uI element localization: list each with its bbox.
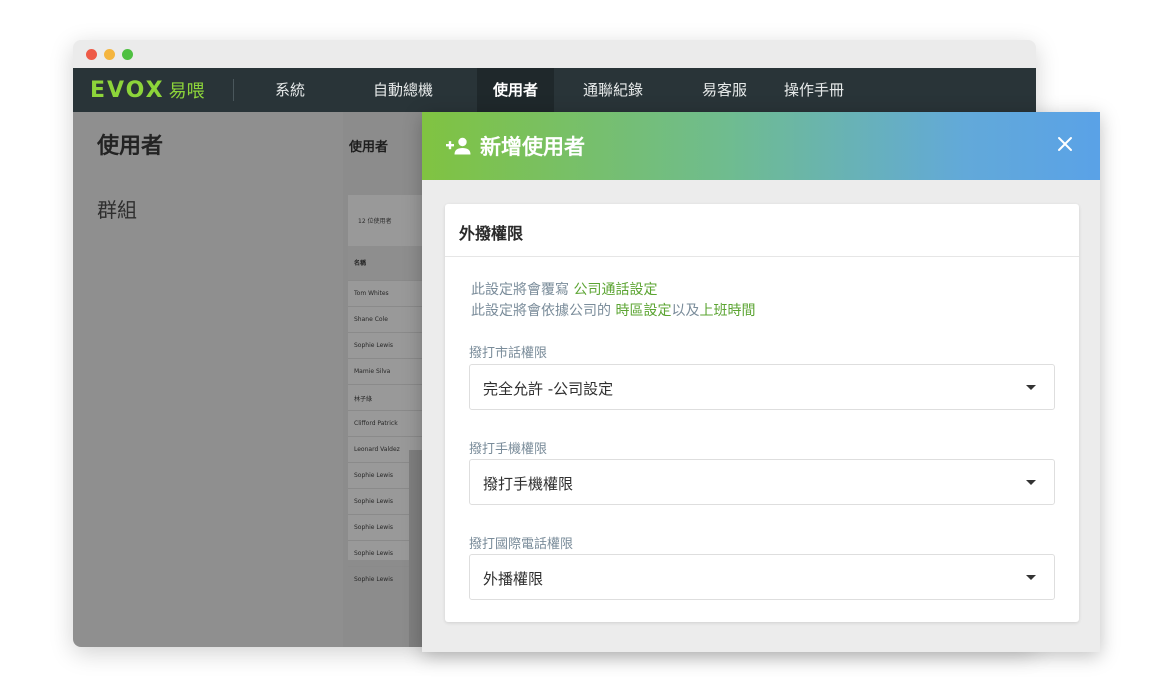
user-name: Sophie Lewis [354, 498, 393, 505]
select-value: 外播權限 [483, 570, 544, 588]
outbound-permission-card: 外撥權限 此設定將會覆寫 公司通話設定 此設定將會依據公司的 時區設定以及上班時… [445, 204, 1079, 622]
sidebar-item-groups[interactable]: 群組 [97, 194, 137, 223]
office-hours-link[interactable]: 上班時間 [699, 303, 755, 319]
nav-item-call-records[interactable]: 通聯紀錄 [583, 68, 643, 112]
international-permission-label: 撥打國際電話權限 [469, 537, 574, 552]
info-text: 此設定將會覆寫 [471, 282, 574, 298]
user-name: Mamie Silva [354, 368, 391, 375]
info-line-2: 此設定將會依據公司的 時區設定以及上班時間 [471, 300, 755, 320]
caret-down-icon [1026, 385, 1036, 390]
modal-header: 新增使用者 [422, 112, 1100, 180]
user-name: Sophie Lewis [354, 576, 393, 583]
card-title: 外撥權限 [459, 224, 524, 243]
modal-title: 新增使用者 [480, 135, 585, 159]
table-row[interactable]: Shane Cole [348, 306, 426, 333]
info-line-1: 此設定將會覆寫 公司通話設定 [471, 279, 657, 299]
close-icon[interactable] [1052, 131, 1078, 157]
table-row[interactable]: Clifford Patrick [348, 410, 426, 437]
mobile-permission-select[interactable]: 撥打手機權限 [469, 459, 1055, 505]
user-name: Clifford Patrick [354, 420, 398, 427]
nav-item-manual[interactable]: 操作手冊 [784, 68, 844, 112]
caret-down-icon [1026, 480, 1036, 485]
logo-divider [233, 79, 234, 101]
list-scrollbar[interactable] [409, 450, 423, 647]
left-sidebar: 使用者 群組 [73, 112, 343, 647]
window-titlebar [73, 40, 1036, 68]
minimize-window-button[interactable] [104, 49, 115, 60]
close-window-button[interactable] [86, 49, 97, 60]
table-row[interactable]: 林子綠 [348, 384, 426, 411]
user-list-heading: 使用者 [349, 140, 389, 155]
table-row[interactable]: Tom Whites [348, 280, 426, 307]
nav-item-customer-service[interactable]: 易客服 [702, 68, 747, 112]
sidebar-item-users[interactable]: 使用者 [97, 128, 163, 160]
select-value: 撥打手機權限 [483, 475, 574, 493]
user-name: Sophie Lewis [354, 550, 393, 557]
table-row[interactable]: Sophie Lewis [348, 332, 426, 359]
add-user-modal: 新增使用者 外撥權限 此設定將會覆寫 公司通話設定 此設定將會依據公司的 時區設… [422, 112, 1100, 652]
top-navbar: EVOX 易喂 系統 自動總機 使用者 通聯紀錄 易客服 操作手冊 [73, 68, 1036, 112]
column-header-name[interactable]: 名稱 [354, 258, 366, 267]
evox-logo[interactable]: EVOX 易喂 [90, 77, 205, 103]
card-divider [445, 256, 1079, 257]
nav-item-auto-attendant[interactable]: 自動總機 [373, 68, 433, 112]
international-permission-select[interactable]: 外播權限 [469, 554, 1055, 600]
user-name: 林子綠 [354, 396, 373, 403]
user-name: Sophie Lewis [354, 342, 393, 349]
info-text: 以及 [671, 303, 700, 319]
mobile-permission-label: 撥打手機權限 [469, 442, 548, 457]
user-count: 12 位使用者 [358, 218, 392, 225]
logo-cn-text: 易喂 [168, 81, 205, 102]
nav-item-system[interactable]: 系統 [275, 68, 305, 112]
maximize-window-button[interactable] [122, 49, 133, 60]
user-name: Leonard Valdez [354, 446, 400, 453]
logo-text: EVOX [90, 77, 165, 103]
company-call-settings-link[interactable]: 公司通話設定 [573, 282, 657, 298]
user-name: Sophie Lewis [354, 472, 393, 479]
info-text: 此設定將會依據公司的 [471, 303, 616, 319]
landline-permission-select[interactable]: 完全允許 -公司設定 [469, 364, 1055, 410]
add-user-icon [446, 137, 471, 155]
table-row[interactable]: Mamie Silva [348, 358, 426, 385]
user-name: Shane Cole [354, 316, 388, 323]
nav-item-users[interactable]: 使用者 [477, 68, 555, 112]
user-name: Sophie Lewis [354, 524, 393, 531]
caret-down-icon [1026, 575, 1036, 580]
timezone-settings-link[interactable]: 時區設定 [615, 303, 671, 319]
table-header: 名稱 [348, 246, 426, 280]
landline-permission-label: 撥打市話權限 [469, 346, 548, 361]
select-value: 完全允許 -公司設定 [483, 380, 614, 398]
user-name: Tom Whites [354, 290, 389, 297]
